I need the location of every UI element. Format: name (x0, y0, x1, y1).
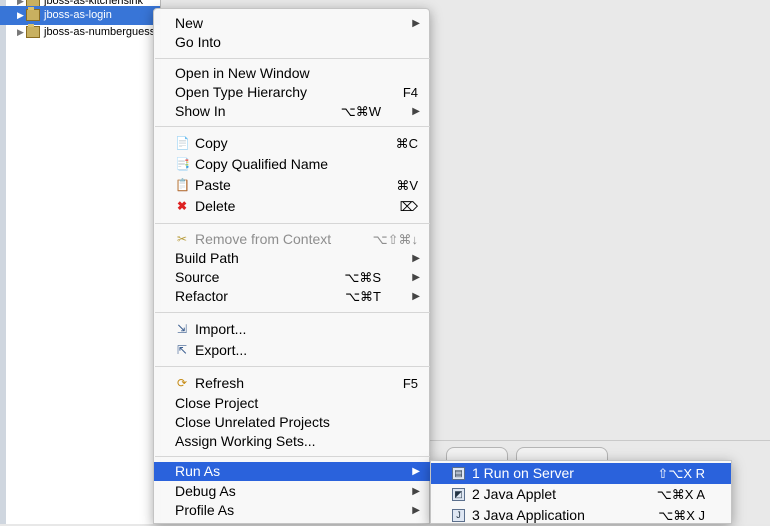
shortcut-label: ⇧⌥X R (657, 466, 705, 481)
menu-separator (155, 366, 430, 367)
shortcut-label: ⌥⌘T (345, 289, 381, 304)
menu-item-label: Debug As (175, 483, 236, 499)
shortcut-label: ⌦ (399, 199, 418, 214)
menu-separator (155, 126, 430, 127)
menu-item-label: Profile As (175, 502, 235, 518)
run-as-submenu: ▤ 1 Run on Server ⇧⌥X R ◩ 2 Java Applet … (430, 460, 732, 524)
menu-item-go-into[interactable]: Go Into (154, 33, 430, 52)
import-icon: ⇲ (176, 322, 188, 336)
shortcut-label: F4 (402, 85, 418, 100)
shortcut-label: ⌥⌘W (340, 104, 381, 119)
menu-item-label: Paste (195, 177, 231, 193)
menu-item-profile-as[interactable]: Profile As ▶ (154, 501, 430, 520)
menu-item-label: Delete (195, 198, 236, 214)
shortcut-label: ⌥⌘X A (656, 487, 705, 502)
submenu-item-label: 2 Java Applet (472, 486, 557, 502)
menu-item-label: New (175, 15, 204, 31)
menu-item-label: Assign Working Sets... (175, 433, 316, 449)
submenu-item-label: 3 Java Application (472, 507, 585, 523)
menu-item-open-new-window[interactable]: Open in New Window (154, 64, 430, 83)
export-icon: ⇱ (176, 343, 188, 357)
menu-item-label: Source (175, 269, 220, 285)
menu-item-copy-qualified-name[interactable]: 📑 Copy Qualified Name (154, 155, 430, 174)
submenu-arrow-icon: ▶ (412, 291, 420, 302)
submenu-item-label: 1 Run on Server (472, 465, 574, 481)
submenu-arrow-icon: ▶ (412, 18, 420, 29)
menu-separator (155, 456, 430, 457)
shortcut-label: F5 (402, 376, 418, 391)
java-applet-icon: ◩ (452, 488, 465, 501)
tree-item-label: jboss-as-numberguess (44, 26, 156, 38)
delete-icon: ✖ (176, 199, 188, 213)
submenu-arrow-icon: ▶ (412, 486, 420, 497)
menu-item-delete[interactable]: ✖ Delete ⌦ (154, 197, 430, 216)
package-explorer: ▶ jboss-as-kitchensink ▶ jboss-as-login … (0, 0, 161, 524)
project-icon (26, 24, 40, 38)
expand-arrow-icon[interactable]: ▶ (17, 23, 24, 42)
shortcut-label: ⌥⇧⌘↓ (372, 232, 418, 247)
copy-qualified-name-icon: 📑 (175, 157, 190, 171)
shortcut-label: ⌘V (396, 178, 418, 193)
menu-item-label: Go Into (175, 34, 221, 50)
menu-separator (155, 223, 430, 224)
shortcut-label: ⌥⌘X J (658, 508, 705, 523)
menu-item-remove-from-context: ✂ Remove from Context ⌥⇧⌘↓ (154, 230, 430, 249)
remove-context-icon: ✂ (176, 232, 188, 246)
server-icon: ▤ (452, 467, 465, 480)
submenu-item-run-on-server[interactable]: ▤ 1 Run on Server ⇧⌥X R (431, 463, 731, 484)
editor-area (430, 0, 770, 524)
paste-icon: 📋 (175, 178, 190, 192)
menu-item-label: Remove from Context (195, 231, 332, 247)
copy-icon: 📄 (175, 136, 190, 150)
menu-item-import[interactable]: ⇲ Import... (154, 320, 430, 339)
menu-item-label: Import... (195, 321, 247, 337)
menu-item-build-path[interactable]: Build Path ▶ (154, 249, 430, 268)
menu-item-label: Copy Qualified Name (195, 156, 329, 172)
menu-item-close-unrelated-projects[interactable]: Close Unrelated Projects (154, 413, 430, 432)
refresh-icon: ⟳ (176, 376, 188, 390)
menu-item-run-as[interactable]: Run As ▶ (154, 462, 430, 481)
menu-item-label: Export... (195, 342, 248, 358)
menu-item-paste[interactable]: 📋 Paste ⌘V (154, 176, 430, 195)
menu-item-label: Close Unrelated Projects (175, 414, 330, 430)
menu-item-close-project[interactable]: Close Project (154, 394, 430, 413)
menu-item-label: Copy (195, 135, 228, 151)
menu-item-export[interactable]: ⇱ Export... (154, 341, 430, 360)
explorer-edge (0, 0, 6, 524)
submenu-arrow-icon: ▶ (412, 505, 420, 516)
menu-item-source[interactable]: Source ⌥⌘S ▶ (154, 268, 430, 287)
editor-divider (430, 440, 770, 441)
submenu-arrow-icon: ▶ (412, 253, 420, 264)
java-application-icon: J (452, 509, 465, 522)
menu-item-debug-as[interactable]: Debug As ▶ (154, 482, 430, 501)
menu-separator (155, 58, 430, 59)
menu-item-copy[interactable]: 📄 Copy ⌘C (154, 134, 430, 153)
context-menu: New ▶ Go Into Open in New Window Open Ty… (153, 8, 430, 524)
menu-separator (155, 312, 430, 313)
menu-item-label: Refresh (195, 375, 245, 391)
submenu-item-java-application[interactable]: J 3 Java Application ⌥⌘X J (431, 505, 731, 526)
submenu-arrow-icon: ▶ (412, 272, 420, 283)
menu-item-open-type-hierarchy[interactable]: Open Type Hierarchy F4 (154, 83, 430, 102)
shortcut-label: ⌘C (395, 136, 418, 151)
menu-item-refresh[interactable]: ⟳ Refresh F5 (154, 374, 430, 393)
tree-item-numberguess[interactable]: ▶ jboss-as-numberguess (0, 23, 160, 42)
submenu-arrow-icon: ▶ (412, 106, 420, 117)
menu-item-label: Close Project (175, 395, 259, 411)
submenu-item-java-applet[interactable]: ◩ 2 Java Applet ⌥⌘X A (431, 484, 731, 505)
menu-item-label: Open Type Hierarchy (175, 84, 308, 100)
menu-item-label: Refactor (175, 288, 228, 304)
menu-item-label: Run As (175, 463, 221, 479)
submenu-arrow-icon: ▶ (412, 466, 420, 477)
menu-item-label: Build Path (175, 250, 239, 266)
menu-item-refactor[interactable]: Refactor ⌥⌘T ▶ (154, 287, 430, 306)
menu-item-show-in[interactable]: Show In ⌥⌘W ▶ (154, 102, 430, 121)
menu-item-label: Show In (175, 103, 226, 119)
menu-item-label: Open in New Window (175, 65, 310, 81)
menu-item-assign-working-sets[interactable]: Assign Working Sets... (154, 432, 430, 451)
menu-item-new[interactable]: New ▶ (154, 14, 430, 33)
shortcut-label: ⌥⌘S (344, 270, 381, 285)
project-icon (26, 7, 40, 21)
